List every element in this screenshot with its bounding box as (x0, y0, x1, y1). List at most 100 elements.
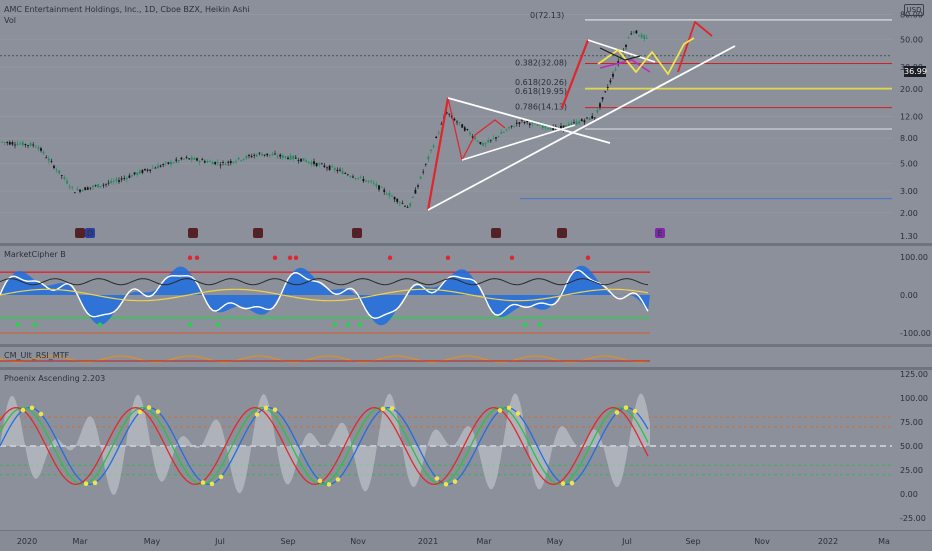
candle-body (21, 141, 24, 146)
mc-buy-dot (97, 322, 103, 327)
time-axis-label: 2021 (418, 537, 438, 546)
market-cipher-pane[interactable]: 100.00 0.00 -100.00 MarketCipher B (0, 246, 932, 344)
candle-body (34, 146, 37, 148)
time-axis-pane[interactable]: 2020 Mar May Jul Sep Nov 2021 Mar May Jul Sep Nov 20… (0, 530, 932, 551)
candle-body (391, 195, 393, 197)
candle-body (281, 155, 284, 158)
phoenix-dot (83, 481, 89, 487)
currency-badge[interactable]: USD (904, 4, 924, 16)
mc-buy-dot (345, 322, 351, 327)
candle-body (489, 139, 492, 141)
earnings-marker-label: E (190, 229, 195, 238)
market-cipher-svg[interactable]: 100.00 0.00 -100.00 (0, 246, 932, 344)
price-axis-label: 12.00 (900, 112, 923, 121)
candle-body (110, 180, 113, 183)
price-axis-label: 3.00 (900, 187, 918, 196)
candle-body (141, 170, 144, 173)
earnings-marker-label: E (354, 229, 359, 238)
candle-body (484, 143, 487, 145)
phoenix-dot (272, 407, 278, 413)
rsi-pane[interactable]: CM_Ult_RSI_MTF (0, 347, 932, 367)
phoenix-axis-label: 125.00 (900, 370, 928, 379)
mc-buy-dot (537, 322, 543, 327)
mc-sell-dot (585, 255, 591, 260)
candle-body (640, 34, 643, 38)
candle-body (190, 157, 193, 160)
candle-body (580, 119, 583, 122)
candle-body (271, 154, 274, 156)
mc-sell-dot (287, 255, 293, 260)
candle-body (632, 31, 635, 33)
candle-body (97, 184, 100, 188)
candle-body (469, 132, 471, 135)
candle-body (214, 161, 217, 165)
phoenix-dot (92, 480, 98, 486)
candle-body (393, 196, 396, 200)
candle-body (601, 97, 604, 100)
candle-body (359, 176, 362, 178)
candle-body (55, 169, 58, 171)
phoenix-dot (623, 405, 629, 410)
candle-body (346, 174, 349, 176)
fib-level-label: 0.786(14.13) (515, 103, 567, 112)
candle-body (635, 30, 638, 34)
candle-body (86, 187, 89, 190)
candle-body (240, 160, 243, 162)
price-axis-label: 20.00 (900, 85, 923, 94)
price-axis-label: 5.00 (900, 160, 918, 169)
candle-body (630, 33, 633, 35)
candle-body (320, 163, 323, 165)
candle-body (206, 161, 209, 163)
candle-body (463, 127, 466, 131)
candle-body (112, 181, 115, 182)
candle-body (146, 169, 149, 171)
vol-label: Vol (4, 16, 16, 25)
candle-body (474, 137, 477, 140)
candle-body (523, 122, 526, 124)
phoenix-pane[interactable]: 125.00 100.00 75.00 50.00 25.00 0.00 -25.00 Ph… (0, 370, 932, 530)
time-axis-label: Jul (621, 537, 632, 546)
time-axis-label: Mar (72, 537, 88, 546)
candle-body (354, 178, 357, 180)
candle-body (492, 138, 495, 139)
price-pane[interactable]: 0(72.13) 0.382(32.08) 0.618(20.26) 0.618(19… (0, 0, 932, 243)
earnings-marker-label: E (559, 229, 564, 238)
candle-body (362, 179, 365, 182)
time-axis-label: Jul (214, 537, 225, 546)
candle-body (328, 165, 331, 170)
phoenix-dot (389, 406, 395, 411)
phoenix-dot (434, 476, 440, 481)
candle-body (73, 192, 76, 194)
candle-body (437, 132, 440, 134)
candle-body (16, 143, 19, 146)
phoenix-svg[interactable]: 125.00 100.00 75.00 50.00 25.00 0.00 -25.00 (0, 370, 932, 530)
rsi-svg[interactable] (0, 347, 932, 367)
price-axis-label: 1.30 (900, 232, 918, 241)
earnings-marker-label: E (493, 229, 498, 238)
candle-body (323, 165, 326, 168)
candle-body (318, 163, 321, 165)
candle-body (505, 129, 508, 131)
candle-body (164, 162, 167, 164)
candle-body (276, 156, 279, 158)
candle-body (419, 176, 422, 179)
candle-body (497, 136, 500, 138)
last-price-tag: 36.99 (904, 66, 927, 77)
candle-body (227, 161, 230, 163)
price-chart-svg[interactable]: 0(72.13) 0.382(32.08) 0.618(20.26)0.618(19… (0, 0, 932, 243)
time-axis-label: 2022 (818, 537, 838, 546)
candle-body (588, 117, 591, 120)
candle-body (599, 103, 601, 107)
candle-body (578, 121, 581, 124)
candle-body (612, 73, 614, 77)
candle-body (476, 141, 479, 143)
candle-body (71, 186, 74, 188)
candle-body (6, 142, 9, 143)
candle-body (66, 180, 68, 184)
phoenix-dot (29, 405, 35, 411)
candle-body (37, 147, 40, 149)
mc-sell-dot (194, 255, 200, 260)
phoenix-dot (569, 480, 575, 486)
candle-body (47, 158, 50, 161)
candle-body (63, 177, 66, 179)
